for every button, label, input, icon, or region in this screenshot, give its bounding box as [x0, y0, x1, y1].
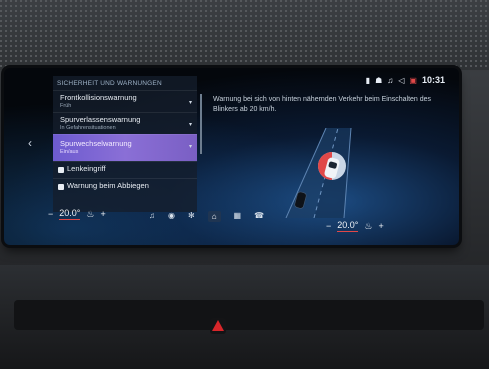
- car-interior: ▮ ☗ ♫ ◁ ▣ 10:31 ‹ SICHERHEIT UND WARNUNG…: [0, 0, 489, 369]
- hazard-button[interactable]: [210, 318, 226, 334]
- seat-heat-icon[interactable]: ♨: [86, 209, 94, 220]
- climate-left: − 20.0° ♨ +: [48, 208, 106, 220]
- temp-minus-button[interactable]: −: [326, 221, 331, 231]
- status-bar: ▮ ☗ ♫ ◁ ▣ 10:31: [366, 75, 445, 85]
- left-temperature[interactable]: 20.0°: [59, 208, 81, 220]
- list-item-subtitle: In Gefahrensituationen: [60, 124, 116, 131]
- list-item-frontkollisionswarnung[interactable]: Frontkollisionswarnung Früh ▾: [53, 90, 197, 112]
- lane-change-illustration: [285, 128, 352, 218]
- list-item-warnung-beim-abbiegen[interactable]: Warnung beim Abbiegen: [53, 178, 197, 195]
- message-icon[interactable]: ▣: [409, 76, 417, 85]
- checkbox-icon[interactable]: [58, 184, 64, 190]
- apps-icon[interactable]: ▦: [234, 211, 242, 222]
- infotainment-screen: ▮ ☗ ♫ ◁ ▣ 10:31 ‹ SICHERHEIT UND WARNUNG…: [4, 68, 459, 245]
- dashboard-speaker-grille: [0, 0, 489, 70]
- phone-icon[interactable]: ▮: [366, 76, 370, 85]
- checkbox-icon[interactable]: [58, 167, 64, 173]
- music-icon[interactable]: ♫: [387, 76, 393, 85]
- list-item-title: Frontkollisionswarnung: [60, 93, 137, 102]
- home-icon[interactable]: ⌂: [207, 211, 221, 222]
- panel-title: SICHERHEIT UND WARNUNGEN: [57, 80, 162, 87]
- right-temperature[interactable]: 20.0°: [337, 220, 359, 232]
- media-icon[interactable]: ♫: [149, 211, 155, 222]
- list-item-title: Spurwechselwarnung: [60, 139, 132, 148]
- list-item-subtitle: Früh: [60, 102, 72, 109]
- list-item-title: Lenkeingriff: [67, 164, 106, 173]
- climate-right: − 20.0° ♨ +: [326, 220, 384, 232]
- description-text: Warnung bei sich von hinten nähernden Ve…: [213, 96, 432, 113]
- list-item-title: Warnung beim Abbiegen: [67, 181, 149, 190]
- temp-minus-button[interactable]: −: [48, 209, 53, 219]
- air-vent: [14, 300, 484, 330]
- scrollbar[interactable]: [200, 94, 202, 154]
- temp-plus-button[interactable]: +: [100, 209, 105, 219]
- clock: 10:31: [421, 75, 445, 85]
- settings-panel: SICHERHEIT UND WARNUNGEN Frontkollisions…: [53, 76, 197, 212]
- seat-heat-icon[interactable]: ♨: [364, 221, 372, 232]
- person-icon[interactable]: ☗: [375, 76, 382, 85]
- list-item-spurwechselwarnung[interactable]: Spurwechselwarnung Ein/aus ▾: [53, 134, 197, 161]
- hazard-icon: [212, 320, 224, 331]
- back-chevron-icon[interactable]: ‹: [28, 136, 32, 150]
- temp-plus-button[interactable]: +: [378, 221, 383, 231]
- phone-icon[interactable]: ☎: [254, 211, 264, 222]
- list-item-subtitle: Ein/aus: [60, 148, 79, 155]
- speaker-icon[interactable]: ◁: [398, 76, 404, 85]
- list-item-title: Spurverlassenswarnung: [60, 115, 141, 124]
- chevron-down-icon: ▾: [188, 100, 192, 106]
- navigation-icon[interactable]: ◉: [168, 211, 175, 222]
- chevron-down-icon: ▾: [188, 122, 192, 128]
- bottom-nav: ♫ ◉ ✻ ⌂ ▦ ☎: [149, 211, 264, 222]
- list-item-lenkeingriff[interactable]: Lenkeingriff: [53, 161, 197, 178]
- list-item-spurverlassenswarnung[interactable]: Spurverlassenswarnung In Gefahrensituati…: [53, 112, 197, 134]
- fan-icon[interactable]: ✻: [188, 211, 195, 222]
- chevron-down-icon: ▾: [188, 144, 192, 150]
